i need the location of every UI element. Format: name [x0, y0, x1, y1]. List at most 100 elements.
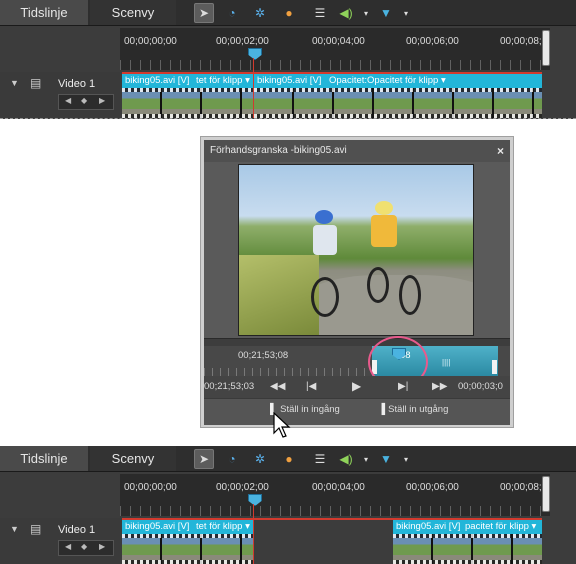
ruler-time-label: 00;00;00;00 [124, 36, 177, 47]
clip-title-bar: biking05.avi [V] pacitet för klipp ▾ [393, 520, 542, 534]
clip-effect-menu[interactable]: tet för klipp ▾ [196, 74, 250, 88]
ruler-time-label: 00;00;02;00 [216, 36, 269, 47]
tab-scene-view[interactable]: Scenvy [90, 446, 176, 471]
clip-file-name: biking05.avi [V] [125, 75, 190, 86]
current-time-indicator-line [253, 58, 254, 118]
marker-icon[interactable]: ▼ [376, 3, 396, 23]
video-clip[interactable]: biking05.avi [V] tet för klipp ▾ [122, 74, 253, 118]
close-icon[interactable]: × [497, 140, 504, 162]
panel-tabs: Tidslinje Scenvy ➤ ◔ ✲ ● ☰ ◀) ▾ ▼ ▾ [0, 446, 576, 472]
bike-wheel [399, 275, 421, 315]
clip-title-bar: biking05.avi [V] tet för klipp ▾ [122, 74, 253, 88]
duration-time: 00;00;03;0 [458, 381, 503, 392]
clip-effect-menu[interactable]: Opacitet:Opacitet för klipp ▾ [329, 74, 446, 88]
set-out-label: Ställ in utgång [388, 404, 449, 415]
add-keyframe-icon[interactable]: ◆ [81, 96, 87, 105]
properties-icon[interactable]: ☰ [310, 449, 330, 469]
timeline-panel-top: Tidslinje Scenvy ➤ ◔ ✲ ● ☰ ◀) ▾ ▼ ▾ 00;0… [0, 0, 576, 119]
ruler-time-label: 00;21;53;08 [238, 350, 289, 361]
ruler-ticks [204, 368, 372, 376]
time-ruler[interactable]: 00;00;00;00 00;00;02;00 00;00;04;00 00;0… [120, 474, 550, 516]
panel-tabs: Tidslinje Scenvy ➤ ◔ ✲ ● ☰ ◀) ▾ ▼ ▾ [0, 0, 576, 26]
video-clip[interactable]: biking05.avi [V] Opacitet:Opacitet för k… [254, 74, 542, 118]
effects-icon[interactable]: ✲ [250, 3, 270, 23]
mouse-cursor-icon [273, 412, 291, 438]
rider-helmet-blue [315, 210, 333, 224]
clip-title-bar: biking05.avi [V] Opacitet:Opacitet för k… [254, 74, 542, 88]
clip-file-name: biking05.avi [V] [125, 521, 190, 532]
rewind-icon[interactable]: ◀◀ [270, 381, 285, 392]
ruler-time-label: 00;00;04;00 [312, 36, 365, 47]
time-ruler[interactable]: 00;00;00;00 00;00;02;00 00;00;04;00 00;0… [120, 28, 550, 70]
in-out-bar: ▌ Ställ in ingång ▐ Ställ in utgång [204, 398, 510, 425]
smart-fix-icon[interactable]: ● [279, 3, 299, 23]
tab-scene-view[interactable]: Scenvy [90, 0, 176, 25]
clip-effect-menu[interactable]: pacitet för klipp ▾ [465, 520, 536, 534]
bike-wheel [367, 267, 389, 303]
audio-icon[interactable]: ◀) [336, 449, 356, 469]
grip-icon: |||| [442, 358, 451, 367]
clip-effect-menu[interactable]: tet för klipp ▾ [196, 520, 250, 534]
clip-thumbnails [122, 534, 253, 564]
step-back-icon[interactable]: |◀ [306, 381, 316, 392]
marker-dropdown-icon[interactable]: ▾ [396, 449, 416, 469]
ruler-time-label: 00;00;08; [500, 36, 542, 47]
track-name: Video 1 [58, 524, 96, 536]
effects-icon[interactable]: ✲ [250, 449, 270, 469]
rider-helmet-yellow [375, 201, 393, 215]
clip-thumbnails [393, 534, 542, 564]
play-icon[interactable]: ▶ [352, 379, 361, 393]
video-clip[interactable]: biking05.avi [V] tet för klipp ▾ [122, 520, 253, 564]
time-stretch-icon[interactable]: ◔ [222, 449, 242, 469]
clip-file-name: biking05.avi [V] [396, 521, 461, 532]
tab-timeline[interactable]: Tidslinje [0, 0, 88, 25]
chevron-down-icon[interactable]: ▼ [10, 78, 19, 88]
ruler-time-label: 00;00;00;00 [124, 482, 177, 493]
timeline-panel-bottom: Tidslinje Scenvy ➤ ◔ ✲ ● ☰ ◀) ▾ ▼ ▾ 00;0… [0, 446, 576, 564]
audio-icon[interactable]: ◀) [336, 3, 356, 23]
track-header-video-1: ▼ ▤ Video 1 ◀ ◆ ▶ [0, 72, 120, 118]
ruler-ticks [120, 506, 550, 516]
clip-thumbnails [254, 88, 542, 118]
time-stretch-icon[interactable]: ◔ [222, 3, 242, 23]
playback-controls: 00;21;53;03 ◀◀ |◀ ▶ ▶| ▶▶ 00;00;03;0 [204, 376, 510, 398]
playhead-marker[interactable] [248, 48, 262, 60]
out-point-handle[interactable] [492, 360, 497, 374]
selection-tool-icon[interactable]: ➤ [194, 449, 214, 469]
video-clip[interactable]: biking05.avi [V] pacitet för klipp ▾ [393, 520, 542, 564]
tab-timeline[interactable]: Tidslinje [0, 446, 88, 471]
out-point-icon: ▐ [378, 404, 386, 415]
bike-wheel [311, 277, 339, 317]
fast-forward-icon[interactable]: ▶▶ [432, 381, 447, 392]
set-out-button[interactable]: ▐ Ställ in utgång [378, 403, 448, 421]
timeline-end-handle[interactable] [542, 476, 550, 512]
selection-tool-icon[interactable]: ➤ [194, 3, 214, 23]
keyframe-navigator[interactable]: ◀ ◆ ▶ [58, 94, 114, 110]
properties-icon[interactable]: ☰ [310, 3, 330, 23]
preview-window: Förhandsgranska -biking05.avi × 00;21;53… [200, 136, 514, 428]
ruler-ticks [120, 60, 550, 70]
smart-fix-icon[interactable]: ● [279, 449, 299, 469]
prev-keyframe-icon[interactable]: ◀ [65, 96, 71, 105]
preview-title-bar: Förhandsgranska -biking05.avi × [204, 140, 510, 162]
tall-grass [239, 255, 319, 335]
next-keyframe-icon[interactable]: ▶ [99, 542, 105, 551]
playhead-marker[interactable] [248, 494, 262, 506]
ruler-time-label: 00;00;08; [500, 482, 542, 493]
keyframe-navigator[interactable]: ◀ ◆ ▶ [58, 540, 114, 556]
marker-dropdown-icon[interactable]: ▾ [396, 3, 416, 23]
ruler-time-label: 00;00;06;00 [406, 36, 459, 47]
step-forward-icon[interactable]: ▶| [398, 381, 408, 392]
chevron-down-icon[interactable]: ▼ [10, 524, 19, 534]
timeline-end-handle[interactable] [542, 30, 550, 66]
film-strip-icon: ▤ [30, 522, 42, 536]
marker-icon[interactable]: ▼ [376, 449, 396, 469]
audio-dropdown-icon[interactable]: ▾ [356, 449, 376, 469]
prev-keyframe-icon[interactable]: ◀ [65, 542, 71, 551]
track-header-video-1: ▼ ▤ Video 1 ◀ ◆ ▶ [0, 518, 120, 564]
add-keyframe-icon[interactable]: ◆ [81, 542, 87, 551]
clip-title-bar: biking05.avi [V] tet för klipp ▾ [122, 520, 253, 534]
next-keyframe-icon[interactable]: ▶ [99, 96, 105, 105]
ruler-time-label: 00;00;04;00 [312, 482, 365, 493]
audio-dropdown-icon[interactable]: ▾ [356, 3, 376, 23]
